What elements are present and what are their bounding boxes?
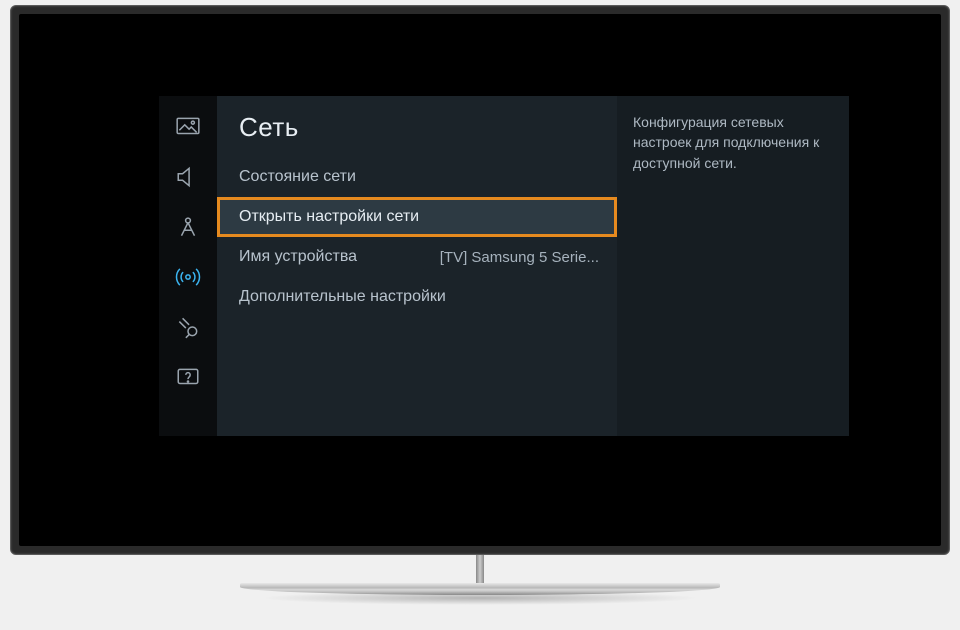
menu-item-label: Дополнительные настройки xyxy=(239,288,446,306)
description-panel: Конфигурация сетевых настроек для подклю… xyxy=(617,96,849,436)
sound-icon[interactable] xyxy=(175,164,201,190)
system-icon[interactable] xyxy=(175,314,201,340)
tv-bezel: Сеть Состояние сети Открыть настройки се… xyxy=(10,5,950,555)
menu-item-expert-settings[interactable]: Дополнительные настройки xyxy=(217,277,617,317)
broadcast-icon[interactable] xyxy=(175,214,201,240)
tv-stand-neck xyxy=(476,555,484,583)
description-text: Конфигурация сетевых настроек для подклю… xyxy=(633,112,833,173)
menu-item-label: Состояние сети xyxy=(239,168,356,186)
menu-item-device-name[interactable]: Имя устройства [TV] Samsung 5 Serie... xyxy=(217,237,617,277)
settings-panel: Сеть Состояние сети Открыть настройки се… xyxy=(159,96,849,436)
menu-column: Сеть Состояние сети Открыть настройки се… xyxy=(217,96,617,436)
settings-icon-rail xyxy=(159,96,217,436)
menu-item-label: Имя устройства xyxy=(239,248,357,266)
picture-icon[interactable] xyxy=(175,114,201,140)
tv-screen: Сеть Состояние сети Открыть настройки се… xyxy=(19,14,941,546)
menu-title: Сеть xyxy=(217,106,617,157)
tv-frame: Сеть Состояние сети Открыть настройки се… xyxy=(10,5,950,595)
network-icon[interactable] xyxy=(175,264,201,290)
support-icon[interactable] xyxy=(175,364,201,390)
tv-stand-base xyxy=(240,583,720,595)
menu-item-label: Открыть настройки сети xyxy=(239,208,419,226)
menu-item-value: [TV] Samsung 5 Serie... xyxy=(440,249,599,266)
menu-item-open-network-settings[interactable]: Открыть настройки сети xyxy=(217,197,617,237)
menu-item-network-status[interactable]: Состояние сети xyxy=(217,157,617,197)
